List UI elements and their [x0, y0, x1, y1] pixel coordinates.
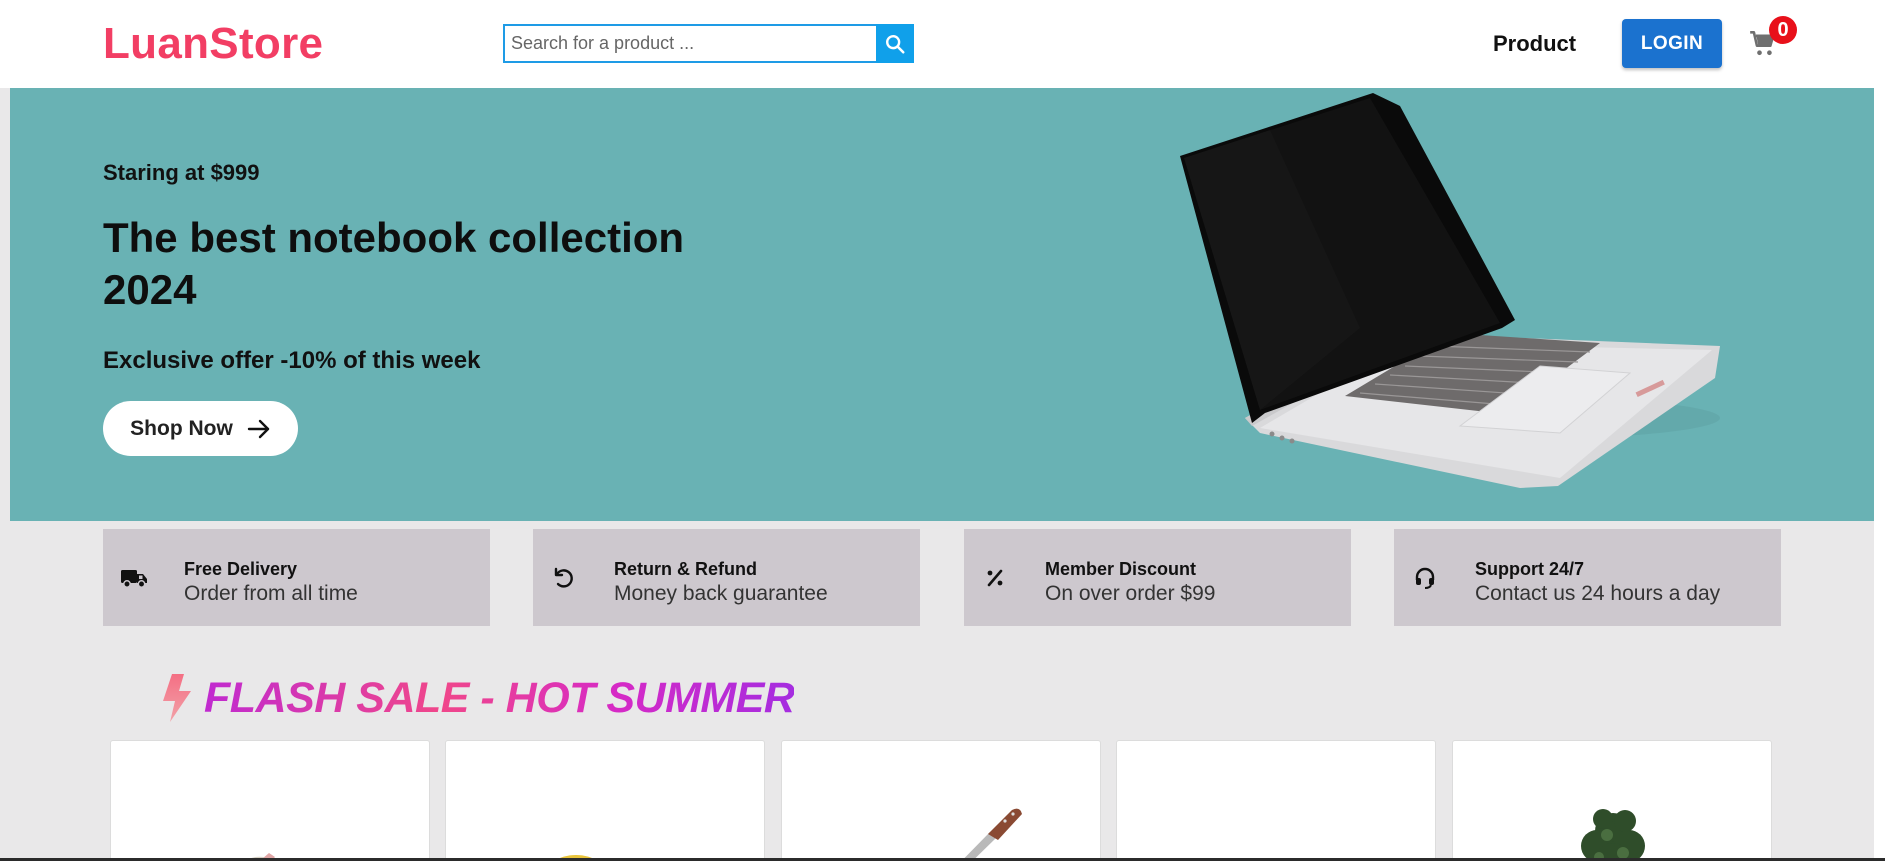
- product-card[interactable]: [110, 740, 430, 861]
- shop-now-label: Shop Now: [130, 416, 233, 440]
- hero-banner: Staring at $999 The best notebook collec…: [10, 88, 1874, 521]
- feature-subtitle: Order from all time: [184, 582, 358, 605]
- truck-icon: [120, 566, 148, 590]
- feature-free-delivery: Free Delivery Order from all time: [103, 529, 490, 626]
- product-card[interactable]: [781, 740, 1101, 861]
- feature-title: Member Discount: [1045, 559, 1197, 579]
- feature-title: Free Delivery: [184, 559, 298, 579]
- product-card[interactable]: [1116, 740, 1436, 861]
- arrow-right-icon: [247, 419, 270, 438]
- feature-return-refund: Return & Refund Money back guarantee: [533, 529, 920, 626]
- site-header: LuanStore Product LOGIN 0: [0, 0, 1874, 88]
- search-input[interactable]: [503, 24, 876, 63]
- page: LuanStore Product LOGIN 0 Staring at $9: [0, 0, 1885, 861]
- percent-icon: [981, 566, 1009, 590]
- store-logo[interactable]: LuanStore: [103, 19, 323, 69]
- search-button[interactable]: [876, 24, 914, 63]
- search-icon: [886, 34, 905, 54]
- lightning-icon: [163, 674, 191, 722]
- flash-sale-heading: FLASH SALE - HOT SUMMER: [160, 672, 795, 724]
- flash-sale-title: FLASH SALE - HOT SUMMER: [204, 673, 795, 722]
- page-scrollbar[interactable]: [1874, 0, 1885, 861]
- search-bar: [503, 24, 914, 63]
- cart-count-badge: 0: [1769, 16, 1797, 44]
- feature-member-discount: Member Discount On over order $99: [964, 529, 1351, 626]
- product-image: [1581, 809, 1645, 861]
- product-card[interactable]: [1452, 740, 1772, 861]
- hero-offer: Exclusive offer -10% of this week: [103, 347, 481, 374]
- login-button[interactable]: LOGIN: [1622, 19, 1722, 68]
- feature-subtitle: Money back guarantee: [614, 582, 828, 605]
- product-image: [961, 808, 1022, 861]
- laptop-image: [1180, 93, 1720, 488]
- hero-kicker: Staring at $999: [103, 160, 260, 185]
- hero-title: The best notebook collection 2024: [103, 214, 685, 313]
- feature-support: Support 24/7 Contact us 24 hours a day: [1394, 529, 1781, 626]
- headset-icon: [1411, 566, 1439, 590]
- feature-title: Return & Refund: [614, 559, 757, 579]
- refund-icon: [550, 566, 578, 590]
- shop-now-button[interactable]: Shop Now: [103, 401, 298, 456]
- product-card[interactable]: [445, 740, 765, 861]
- feature-title: Support 24/7: [1475, 559, 1585, 579]
- feature-subtitle: Contact us 24 hours a day: [1475, 582, 1721, 605]
- nav-product-link[interactable]: Product: [1493, 31, 1576, 57]
- feature-subtitle: On over order $99: [1045, 582, 1216, 605]
